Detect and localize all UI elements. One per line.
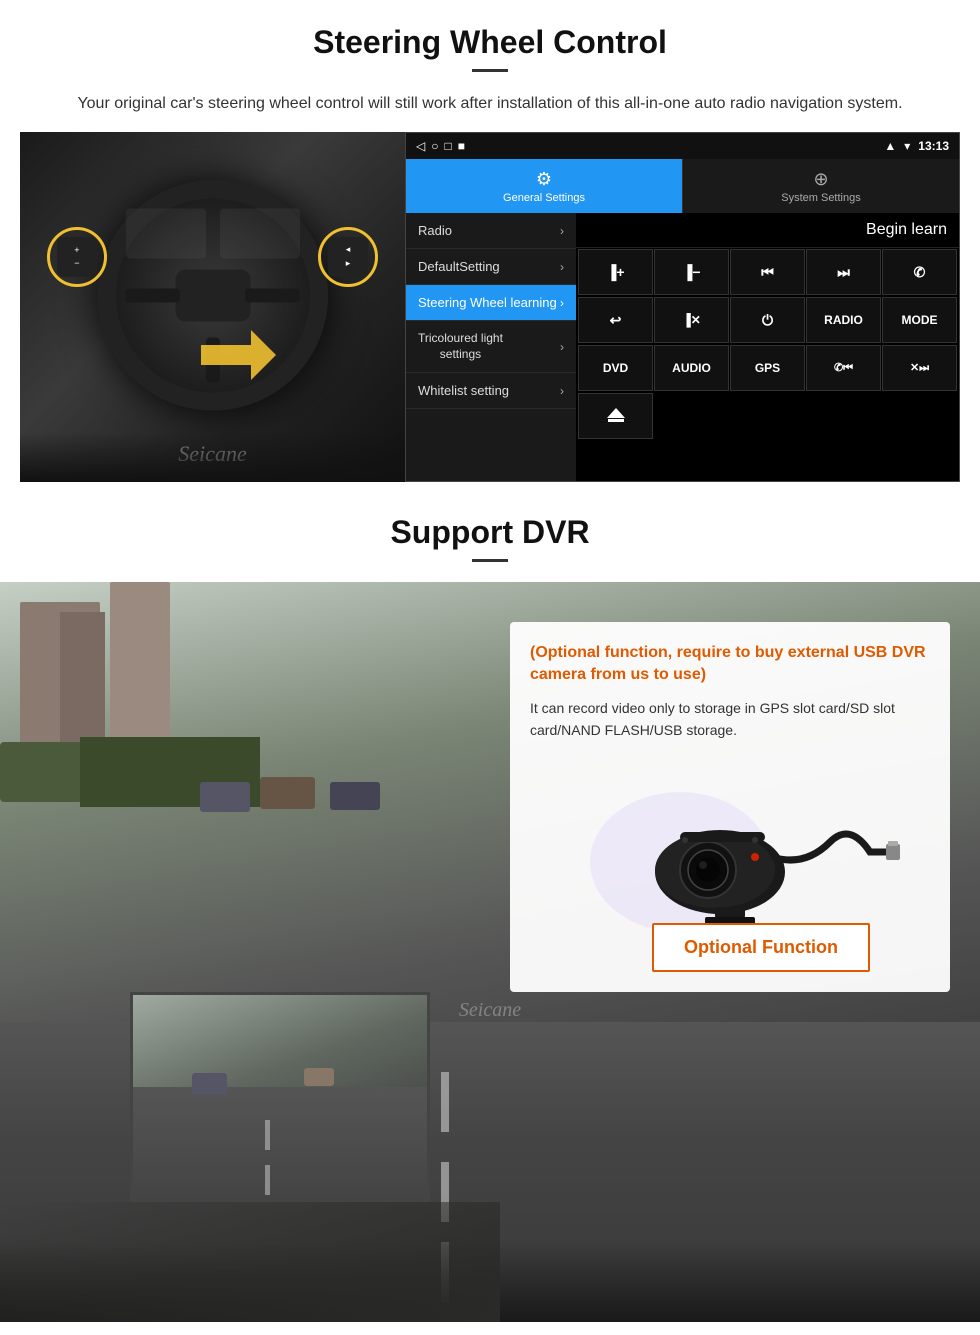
android-panel: ◁ ○ □ ■ ▲ ▾ 13:13 ⚙ General Settings ⊕ S… [405,132,960,482]
section1-heading: Steering Wheel Control [40,24,940,61]
section1-subtitle: Your original car's steering wheel contr… [0,92,980,132]
back-icon[interactable]: ◁ [416,139,425,153]
seicane-dvr-watermark: Seicane [459,999,521,1022]
home-icon[interactable]: ○ [431,139,438,153]
ctrl-power[interactable]: ⏻ [730,297,805,343]
ctrl-mode-label: MODE [902,313,938,327]
ctrl-phone-prev[interactable]: ✆⏮ [806,345,881,391]
ctrl-radio[interactable]: RADIO [806,297,881,343]
ctrl-dvd[interactable]: DVD [578,345,653,391]
controls-row2: ↩ ▐✕ ⏻ RADIO MODE [576,296,959,344]
menu-item-tricoloured-label: Tricoloured lightsettings [418,331,503,362]
steering-chevron-icon: › [560,296,564,310]
begin-learn-row: Begin learn [576,213,959,248]
tab-system[interactable]: ⊕ System Settings [682,159,959,213]
menu-item-radio[interactable]: Radio › [406,213,576,249]
ctrl-vol-up[interactable]: ▐+ [578,249,653,295]
recent-icon[interactable]: □ [444,139,451,153]
ctrl-dvd-label: DVD [603,361,628,375]
status-bar: ◁ ○ □ ■ ▲ ▾ 13:13 [406,133,959,159]
ctrl-next[interactable]: ⏭ [806,249,881,295]
menu-item-default-label: DefaultSetting [418,259,500,274]
wheel-highlight-right: ◂ ▸ [318,227,378,287]
controls-row3: DVD AUDIO GPS ✆⏮ ✕⏭ [576,344,959,392]
menu-item-steering-label: Steering Wheel learning [418,295,557,310]
ctrl-radio-label: RADIO [824,313,863,327]
title-divider [472,69,508,72]
menu-item-tricoloured[interactable]: Tricoloured lightsettings › [406,321,576,373]
tab-general[interactable]: ⚙ General Settings [406,159,682,213]
general-settings-icon: ⚙ [536,169,552,190]
settings-menu: Radio › DefaultSetting › Steering Wheel … [406,213,576,481]
optional-function-button[interactable]: Optional Function [652,923,870,972]
system-settings-label: System Settings [781,192,860,204]
nav-icons: ◁ ○ □ ■ [416,139,465,153]
yellow-arrow [191,320,281,395]
ctrl-vol-down[interactable]: ▐− [654,249,729,295]
menu-item-whitelist[interactable]: Whitelist setting › [406,373,576,409]
tricoloured-chevron-icon: › [560,340,564,354]
dvr-desc-text: It can record video only to storage in G… [530,697,930,742]
dvr-small-screenshot [130,992,430,1202]
status-time: 13:13 [918,139,949,153]
menu-item-whitelist-label: Whitelist setting [418,383,509,398]
ctrl-prev[interactable]: ⏮ [730,249,805,295]
ctrl-phone-next[interactable]: ✕⏭ [882,345,957,391]
dvr-heading: Support DVR [40,514,940,551]
menu-item-defaultsetting[interactable]: DefaultSetting › [406,249,576,285]
menu-icon[interactable]: ■ [458,139,465,153]
dvr-title-area: Support DVR [0,494,980,582]
wheel-highlight-left: + − [47,227,107,287]
controls-row4 [576,392,959,440]
begin-learn-button[interactable]: Begin learn [866,221,947,239]
ui-screenshot-container: + − ◂ ▸ Seicane ◁ ○ □ [20,132,960,482]
whitelist-chevron-icon: › [560,384,564,398]
ctrl-gps-label: GPS [755,361,780,375]
menu-item-steering[interactable]: Steering Wheel learning › [406,285,576,321]
ctrl-mode[interactable]: MODE [882,297,957,343]
ctrl-mute[interactable]: ▐✕ [654,297,729,343]
steering-wheel-photo: + − ◂ ▸ Seicane [20,132,405,482]
general-settings-label: General Settings [503,192,585,204]
ctrl-audio-label: AUDIO [672,361,711,375]
ctrl-gps[interactable]: GPS [730,345,805,391]
signal-icon: ▲ [884,139,896,153]
system-settings-icon: ⊕ [813,169,828,190]
ctrl-eject[interactable] [578,393,653,439]
radio-chevron-icon: › [560,224,564,238]
ctrl-back[interactable]: ↩ [578,297,653,343]
dvr-optional-text: (Optional function, require to buy exter… [530,642,930,687]
wifi-icon: ▾ [904,139,910,153]
dvr-title-divider [472,559,508,562]
learning-panel: Begin learn ▐+ ▐− ⏮ ⏭ ✆ ↩ ▐✕ ⏻ RADIO MOD… [576,213,959,481]
settings-tabs: ⚙ General Settings ⊕ System Settings [406,159,959,213]
section1-title-area: Steering Wheel Control [0,0,980,92]
settings-content: Radio › DefaultSetting › Steering Wheel … [406,213,959,481]
ctrl-phone[interactable]: ✆ [882,249,957,295]
dvr-info-card: (Optional function, require to buy exter… [510,622,950,992]
section2: Support DVR Seicane (Optional function, … [0,494,980,1322]
default-chevron-icon: › [560,260,564,274]
ctrl-audio[interactable]: AUDIO [654,345,729,391]
controls-row1: ▐+ ▐− ⏮ ⏭ ✆ [576,248,959,296]
dvr-bg: Seicane (Optional function, require to b… [0,582,980,1322]
menu-item-radio-label: Radio [418,223,452,238]
